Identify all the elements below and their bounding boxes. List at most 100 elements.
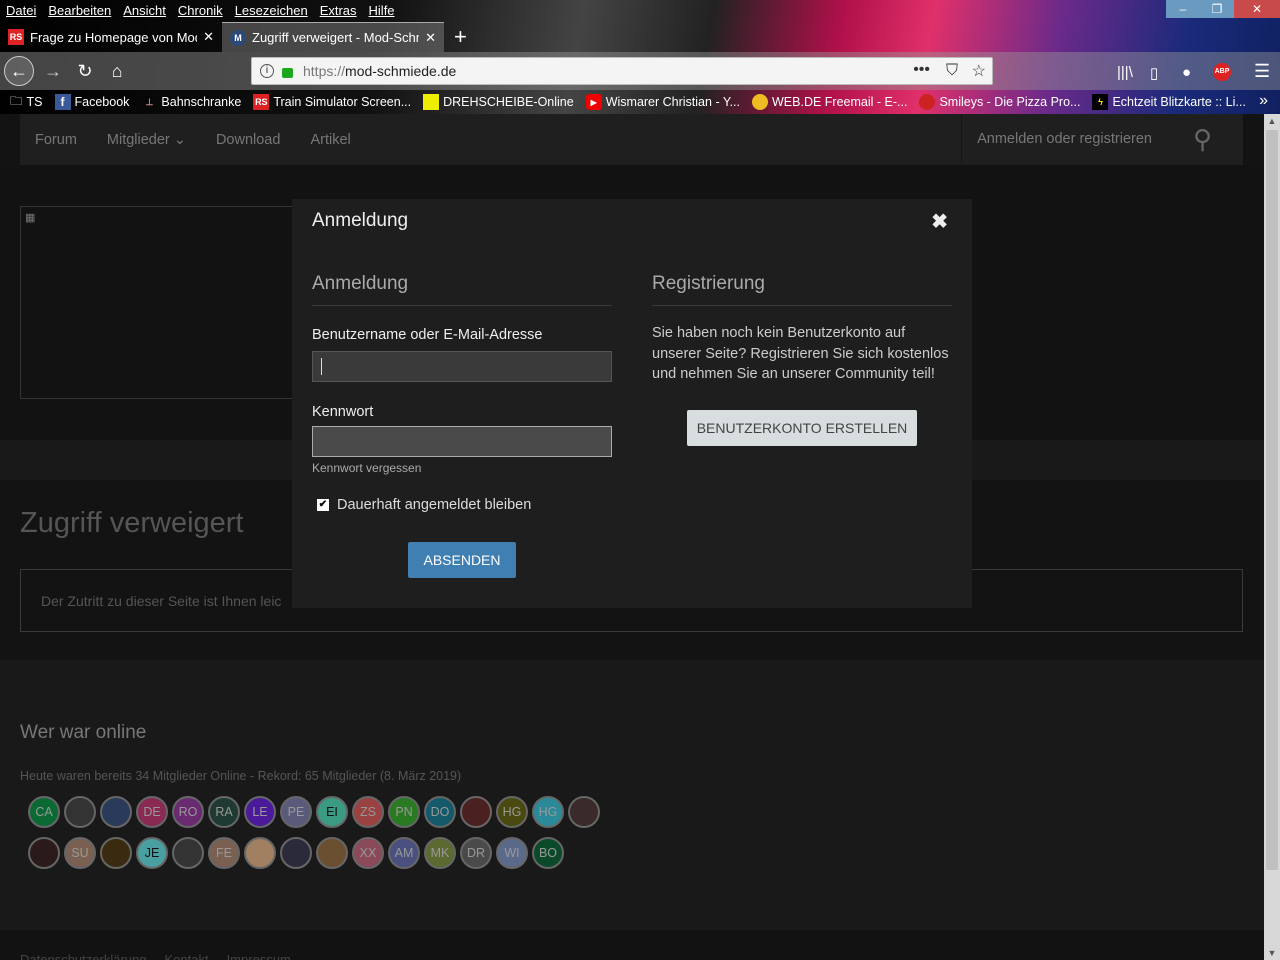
username-label: Benutzername oder E-Mail-Adresse — [312, 327, 543, 343]
create-account-button[interactable]: BENUTZERKONTO ERSTELLEN — [687, 410, 917, 446]
user-avatar[interactable] — [316, 837, 348, 869]
remember-me-checkbox[interactable]: ✔ Dauerhaft angemeldet bleiben — [317, 497, 612, 513]
user-avatar[interactable]: HG — [532, 796, 564, 828]
bookmark-youtube[interactable]: ▶ Wismarer Christian - Y... — [585, 94, 740, 110]
user-avatar[interactable]: BO — [532, 837, 564, 869]
bookmark-webde[interactable]: WEB.DE Freemail - E-... — [752, 94, 907, 110]
scrollbar-thumb[interactable] — [1266, 130, 1278, 870]
user-avatar[interactable]: WI — [496, 837, 528, 869]
close-tab-icon[interactable]: ✕ — [203, 29, 214, 45]
forward-button[interactable]: → — [38, 56, 68, 86]
login-heading: Anmeldung — [312, 273, 612, 306]
user-avatar[interactable]: DE — [136, 796, 168, 828]
user-avatar[interactable] — [244, 837, 276, 869]
menu-hilfe[interactable]: Hilfe — [369, 3, 395, 18]
smiley-icon — [919, 94, 936, 110]
home-button[interactable]: ⌂ — [102, 56, 132, 86]
user-avatar[interactable]: SU — [64, 837, 96, 869]
menu-datei[interactable]: Datei — [6, 3, 36, 18]
checkbox-checked-icon[interactable]: ✔ — [317, 499, 329, 511]
more-actions-icon[interactable]: ••• — [913, 61, 930, 79]
nav-mitglieder[interactable]: Mitglieder ⌄ — [92, 132, 201, 148]
maximize-button[interactable]: ❐ — [1200, 0, 1234, 18]
extension-icon[interactable]: ● — [1182, 64, 1191, 81]
adblock-icon[interactable]: ABP — [1213, 63, 1231, 81]
minimize-button[interactable]: – — [1166, 0, 1200, 18]
user-avatar[interactable]: CA — [28, 796, 60, 828]
user-avatar[interactable]: LE — [244, 796, 276, 828]
user-avatar[interactable]: PE — [280, 796, 312, 828]
user-avatar[interactable] — [568, 796, 600, 828]
tab-zugriff-verweigert[interactable]: M Zugriff verweigert - Mod-Schmiede ✕ — [222, 22, 444, 52]
hamburger-menu-icon[interactable]: ☰ — [1254, 61, 1270, 82]
back-button[interactable]: ← — [4, 56, 34, 86]
user-avatar[interactable]: DR — [460, 837, 492, 869]
user-avatar[interactable] — [100, 796, 132, 828]
login-register-link[interactable]: Anmelden oder registrieren — [961, 114, 1167, 165]
user-avatar[interactable] — [460, 796, 492, 828]
bookmark-bahnschranke[interactable]: ⊥ Bahnschranke — [141, 94, 241, 110]
scroll-down-icon[interactable]: ▼ — [1264, 948, 1280, 958]
user-avatar[interactable]: AM — [388, 837, 420, 869]
url-host: mod-schmiede.de — [345, 63, 457, 79]
username-input[interactable] — [312, 351, 612, 382]
nav-download[interactable]: Download — [201, 132, 296, 148]
user-avatar[interactable]: RA — [208, 796, 240, 828]
scroll-up-icon[interactable]: ▲ — [1264, 116, 1280, 126]
nav-artikel[interactable]: Artikel — [295, 132, 365, 148]
bookmarks-overflow-icon[interactable]: » — [1259, 92, 1268, 110]
info-icon[interactable]: i — [260, 64, 274, 78]
user-avatar[interactable]: RO — [172, 796, 204, 828]
search-icon[interactable]: ⚲ — [1178, 124, 1227, 155]
bookmark-label: Wismarer Christian - Y... — [605, 95, 740, 109]
bookmark-ts[interactable]: 🗀 TS — [10, 92, 43, 113]
bookmarks-bar: 🗀 TS f Facebook ⊥ Bahnschranke RS Train Simu… — [0, 91, 1246, 113]
user-avatar[interactable]: EI — [316, 796, 348, 828]
sidebar-icon[interactable]: ▯ — [1150, 64, 1158, 82]
close-tab-icon[interactable]: ✕ — [425, 30, 436, 46]
user-avatar[interactable] — [64, 796, 96, 828]
new-tab-button[interactable]: + — [444, 22, 477, 52]
bookmark-drehscheibe[interactable]: DREHSCHEIBE-Online — [423, 94, 574, 110]
footer-imprint-link[interactable]: Impressum — [227, 952, 291, 960]
nav-forum[interactable]: Forum — [20, 132, 92, 148]
scrollbar[interactable]: ▲ ▼ — [1264, 114, 1280, 960]
user-avatar[interactable] — [28, 837, 60, 869]
user-avatar[interactable]: FE — [208, 837, 240, 869]
user-avatar[interactable] — [172, 837, 204, 869]
menu-chronik[interactable]: Chronik — [178, 3, 223, 18]
user-avatar[interactable] — [280, 837, 312, 869]
pocket-icon[interactable]: ⛉ — [946, 62, 958, 80]
user-avatar[interactable]: DO — [424, 796, 456, 828]
youtube-icon: ▶ — [585, 94, 602, 110]
user-avatar[interactable]: ZS — [352, 796, 384, 828]
bookmark-train-simulator[interactable]: RS Train Simulator Screen... — [253, 94, 411, 110]
menu-lesezeichen[interactable]: Lesezeichen — [235, 3, 308, 18]
tab-frage-homepage[interactable]: RS Frage zu Homepage von Mod S ✕ — [0, 22, 222, 52]
submit-button[interactable]: ABSENDEN — [408, 542, 516, 578]
menu-bearbeiten[interactable]: Bearbeiten — [48, 3, 111, 18]
user-avatar[interactable]: XX — [352, 837, 384, 869]
reload-button[interactable]: ↻ — [70, 56, 100, 86]
bookmark-smileys[interactable]: Smileys - Die Pizza Pro... — [919, 94, 1080, 110]
password-input[interactable] — [312, 426, 612, 457]
close-window-button[interactable]: ✕ — [1234, 0, 1280, 18]
bookmark-blitzkarte[interactable]: ϟ Echtzeit Blitzkarte :: Li... — [1092, 94, 1246, 110]
menu-extras[interactable]: Extras — [320, 3, 357, 18]
footer-contact-link[interactable]: Kontakt — [164, 952, 208, 960]
user-avatar[interactable]: PN — [388, 796, 420, 828]
barrier-icon: ⊥ — [145, 96, 154, 107]
footer-privacy-link[interactable]: Datenschutzerklärung — [20, 952, 146, 960]
user-avatar[interactable] — [100, 837, 132, 869]
user-avatar[interactable]: HG — [496, 796, 528, 828]
user-avatar[interactable]: JE — [136, 837, 168, 869]
bookmark-facebook[interactable]: f Facebook — [54, 94, 129, 110]
close-dialog-icon[interactable]: ✖ — [931, 209, 948, 234]
forgot-password-link[interactable]: Kennwort vergessen — [312, 461, 612, 475]
user-avatar[interactable]: MK — [424, 837, 456, 869]
library-icon[interactable]: |||\ — [1117, 64, 1133, 81]
url-bar[interactable]: i https://mod-schmiede.de ••• ⛉ ☆ — [251, 57, 993, 85]
menu-ansicht[interactable]: Ansicht — [123, 3, 166, 18]
avatar-row: CA DE RO RA LE PE EI ZS PN DO HG HG — [28, 796, 608, 828]
bookmark-star-icon[interactable]: ☆ — [972, 61, 986, 81]
